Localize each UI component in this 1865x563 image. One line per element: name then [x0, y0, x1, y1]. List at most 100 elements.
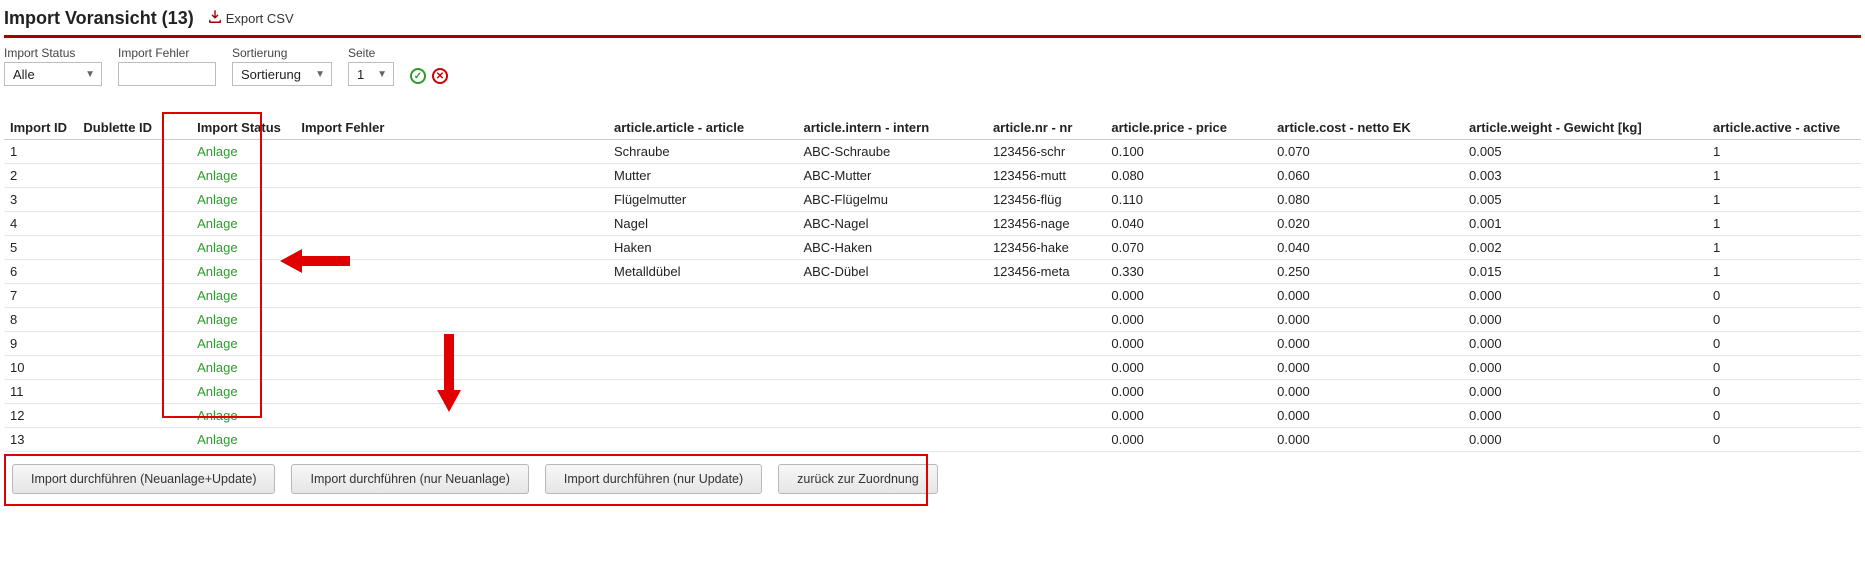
col-header-id[interactable]: Import ID — [4, 116, 77, 140]
cell-weight: 0.000 — [1463, 428, 1707, 452]
table-row[interactable]: 5AnlageHakenABC-Haken123456-hake0.0700.0… — [4, 236, 1861, 260]
col-header-status[interactable]: Import Status — [191, 116, 295, 140]
export-csv-label: Export CSV — [226, 11, 294, 26]
cell-nr — [987, 356, 1105, 380]
col-header-cost[interactable]: article.cost - netto EK — [1271, 116, 1463, 140]
filter-fehler-input[interactable] — [118, 62, 216, 86]
cell-intern: ABC-Schraube — [797, 140, 986, 164]
cell-price: 0.040 — [1105, 212, 1271, 236]
cell-id: 5 — [4, 236, 77, 260]
col-header-weight[interactable]: article.weight - Gewicht [kg] — [1463, 116, 1707, 140]
cell-fehler — [295, 332, 608, 356]
apply-filter-button[interactable]: ✓ — [410, 68, 426, 84]
import-neuanlage-button[interactable]: Import durchführen (nur Neuanlage) — [291, 464, 528, 494]
table-row[interactable]: 10Anlage0.0000.0000.0000 — [4, 356, 1861, 380]
export-csv-link[interactable]: Export CSV — [208, 10, 294, 27]
col-header-article[interactable]: article.article - article — [608, 116, 797, 140]
cell-active: 0 — [1707, 380, 1861, 404]
table-row[interactable]: 2AnlageMutterABC-Mutter123456-mutt0.0800… — [4, 164, 1861, 188]
cell-fehler — [295, 260, 608, 284]
header-divider — [4, 35, 1861, 38]
cell-article — [608, 404, 797, 428]
cell-nr: 123456-nage — [987, 212, 1105, 236]
import-neuanlage-update-button[interactable]: Import durchführen (Neuanlage+Update) — [12, 464, 275, 494]
cell-weight: 0.000 — [1463, 308, 1707, 332]
cell-article: Metalldübel — [608, 260, 797, 284]
cell-id: 13 — [4, 428, 77, 452]
cell-cost: 0.000 — [1271, 380, 1463, 404]
cell-nr — [987, 284, 1105, 308]
cell-nr — [987, 308, 1105, 332]
table-row[interactable]: 9Anlage0.0000.0000.0000 — [4, 332, 1861, 356]
cell-active: 1 — [1707, 140, 1861, 164]
cell-active: 0 — [1707, 284, 1861, 308]
cell-status: Anlage — [191, 164, 295, 188]
cell-fehler — [295, 356, 608, 380]
cell-nr — [987, 332, 1105, 356]
cell-nr — [987, 428, 1105, 452]
cell-weight: 0.000 — [1463, 284, 1707, 308]
cell-cost: 0.060 — [1271, 164, 1463, 188]
back-to-mapping-button[interactable]: zurück zur Zuordnung — [778, 464, 938, 494]
col-header-active[interactable]: article.active - active — [1707, 116, 1861, 140]
filter-page-dropdown[interactable]: 1 ▼ — [348, 62, 394, 86]
cell-article: Haken — [608, 236, 797, 260]
cell-weight: 0.003 — [1463, 164, 1707, 188]
cell-nr — [987, 404, 1105, 428]
cell-weight: 0.000 — [1463, 356, 1707, 380]
cell-active: 1 — [1707, 236, 1861, 260]
col-header-dublette[interactable]: Dublette ID — [77, 116, 191, 140]
cell-status: Anlage — [191, 380, 295, 404]
cell-intern — [797, 380, 986, 404]
cell-active: 0 — [1707, 308, 1861, 332]
filter-sort-dropdown[interactable]: Sortierung ▼ — [232, 62, 332, 86]
download-icon — [208, 10, 222, 27]
cell-intern — [797, 404, 986, 428]
cell-article: Nagel — [608, 212, 797, 236]
cell-id: 11 — [4, 380, 77, 404]
import-preview-table: Import ID Dublette ID Import Status Impo… — [4, 116, 1861, 452]
cell-intern — [797, 332, 986, 356]
cell-weight: 0.002 — [1463, 236, 1707, 260]
filter-status-dropdown[interactable]: Alle ▼ — [4, 62, 102, 86]
table-row[interactable]: 11Anlage0.0000.0000.0000 — [4, 380, 1861, 404]
cell-cost: 0.000 — [1271, 284, 1463, 308]
page-title: Import Voransicht (13) — [4, 8, 194, 29]
table-row[interactable]: 12Anlage0.0000.0000.0000 — [4, 404, 1861, 428]
cell-dublette — [77, 284, 191, 308]
table-row[interactable]: 13Anlage0.0000.0000.0000 — [4, 428, 1861, 452]
cell-article: Mutter — [608, 164, 797, 188]
table-row[interactable]: 7Anlage0.0000.0000.0000 — [4, 284, 1861, 308]
chevron-down-icon: ▼ — [377, 69, 387, 80]
table-row[interactable]: 6AnlageMetalldübelABC-Dübel123456-meta0.… — [4, 260, 1861, 284]
col-header-intern[interactable]: article.intern - intern — [797, 116, 986, 140]
cell-cost: 0.040 — [1271, 236, 1463, 260]
table-row[interactable]: 8Anlage0.0000.0000.0000 — [4, 308, 1861, 332]
table-row[interactable]: 3AnlageFlügelmutterABC-Flügelmu123456-fl… — [4, 188, 1861, 212]
filter-fehler-label: Import Fehler — [118, 46, 216, 60]
cell-dublette — [77, 212, 191, 236]
cell-price: 0.000 — [1105, 404, 1271, 428]
cell-active: 1 — [1707, 188, 1861, 212]
filter-page-value: 1 — [357, 67, 364, 82]
clear-filter-button[interactable]: ✕ — [432, 68, 448, 84]
cell-dublette — [77, 428, 191, 452]
col-header-nr[interactable]: article.nr - nr — [987, 116, 1105, 140]
import-update-button[interactable]: Import durchführen (nur Update) — [545, 464, 762, 494]
table-row[interactable]: 4AnlageNagelABC-Nagel123456-nage0.0400.0… — [4, 212, 1861, 236]
cell-article — [608, 356, 797, 380]
col-header-price[interactable]: article.price - price — [1105, 116, 1271, 140]
cell-cost: 0.000 — [1271, 356, 1463, 380]
cell-id: 7 — [4, 284, 77, 308]
cell-id: 9 — [4, 332, 77, 356]
cell-nr: 123456-flüg — [987, 188, 1105, 212]
cell-intern: ABC-Mutter — [797, 164, 986, 188]
table-row[interactable]: 1AnlageSchraubeABC-Schraube123456-schr0.… — [4, 140, 1861, 164]
cell-price: 0.000 — [1105, 428, 1271, 452]
cell-cost: 0.020 — [1271, 212, 1463, 236]
col-header-fehler[interactable]: Import Fehler — [295, 116, 608, 140]
cell-cost: 0.080 — [1271, 188, 1463, 212]
cell-intern — [797, 428, 986, 452]
check-icon: ✓ — [414, 71, 422, 82]
cell-weight: 0.005 — [1463, 140, 1707, 164]
